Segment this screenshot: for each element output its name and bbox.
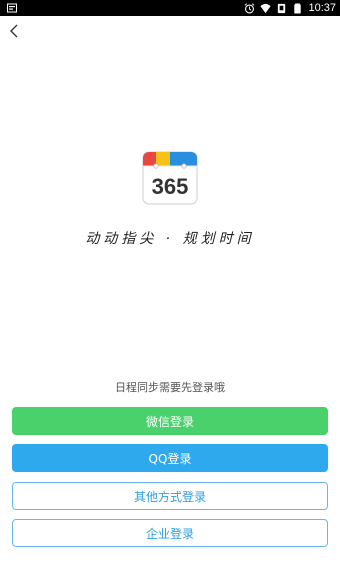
- logo-number: 365: [152, 174, 189, 199]
- wifi-icon: [260, 3, 272, 13]
- alarm-icon: [245, 2, 255, 13]
- qq-login-button[interactable]: QQ登录: [12, 444, 328, 472]
- login-hint: 日程同步需要先登录哦: [115, 381, 225, 394]
- status-bar: 10:37: [0, 0, 340, 16]
- wechat-login-button[interactable]: 微信登录: [12, 407, 328, 435]
- company-login-button[interactable]: 企业登录: [12, 519, 328, 547]
- back-arrow-icon[interactable]: [6, 22, 22, 40]
- app-logo: 365: [142, 151, 198, 205]
- other-login-button[interactable]: 其他方式登录: [12, 482, 328, 510]
- signal-icon: [278, 3, 286, 13]
- battery-icon: [294, 2, 302, 14]
- status-time: 10:37: [308, 2, 336, 14]
- slogan: 动动指尖 · 规划时间: [85, 231, 255, 247]
- notification-icon: [7, 3, 17, 13]
